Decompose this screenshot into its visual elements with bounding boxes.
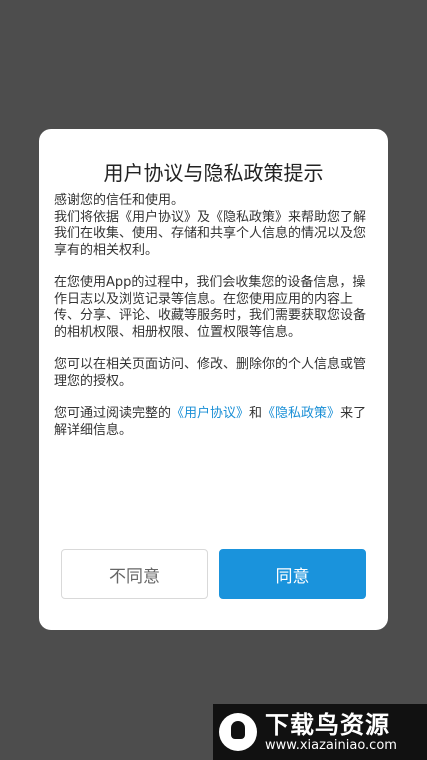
watermark-banner: 下载鸟资源 www.xiazainiao.com [213, 704, 427, 760]
paragraph-intro: 感谢您的信任和使用。 我们将依据《用户协议》及《隐私政策》来帮助您了解我们在收集… [54, 193, 374, 259]
watermark-name: 下载鸟资源 [265, 711, 390, 739]
disagree-button[interactable]: 不同意 [61, 549, 208, 599]
user-agreement-link[interactable]: 《用户协议》 [171, 406, 249, 421]
paragraph-data-collection: 在您使用App的过程中，我们会收集您的设备信息，操作日志以及浏览记录等信息。在您… [54, 275, 367, 340]
watermark-text: 下载鸟资源 www.xiazainiao.com [265, 711, 397, 753]
dialog-content: 感谢您的信任和使用。 我们将依据《用户协议》及《隐私政策》来帮助您了解我们在收集… [54, 193, 374, 455]
paragraph-read-more: 您可通过阅读完整的《用户协议》和《隐私政策》来了解详细信息。 [54, 406, 374, 439]
read-more-prefix: 您可通过阅读完整的 [54, 406, 172, 421]
dialog-title: 用户协议与隐私政策提示 [103, 161, 324, 185]
read-more-and: 和 [249, 406, 263, 421]
agree-button[interactable]: 同意 [219, 549, 366, 599]
bird-logo-icon [219, 713, 257, 751]
privacy-dialog: 用户协议与隐私政策提示 感谢您的信任和使用。 我们将依据《用户协议》及《隐私政策… [39, 129, 388, 630]
privacy-policy-link[interactable]: 《隐私政策》 [262, 406, 340, 421]
paragraph-manage-info: 您可以在相关页面访问、修改、删除你的个人信息或管理您的授权。 [54, 357, 367, 389]
paragraph-thanks: 感谢您的信任和使用。 [54, 193, 185, 208]
watermark-url: www.xiazainiao.com [265, 738, 397, 753]
paragraph-agreement-intro: 我们将依据《用户协议》及《隐私政策》来帮助您了解我们在收集、使用、存储和共享个人… [54, 209, 367, 258]
